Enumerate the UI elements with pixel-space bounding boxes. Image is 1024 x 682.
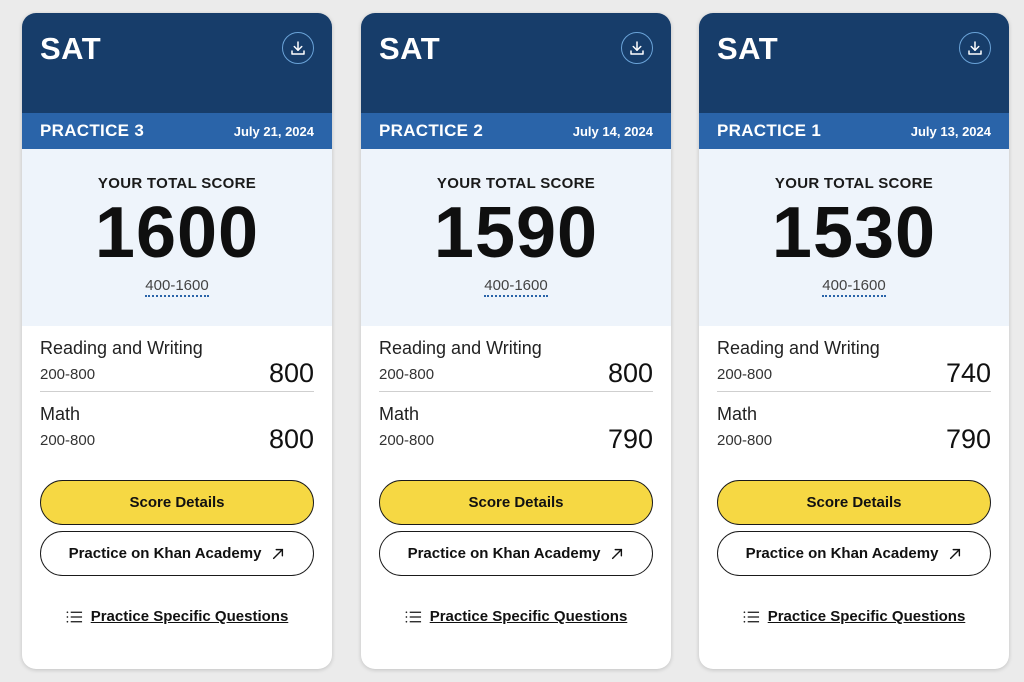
section-name: Math — [379, 404, 420, 424]
section-range: 200-800 — [40, 432, 96, 449]
practice-questions-label: Practice Specific Questions — [767, 608, 966, 625]
section-reading-writing: Reading and Writing 200-800 740 — [717, 326, 991, 392]
section-range: 200-800 — [717, 366, 773, 383]
score-card-practice-2: SAT PRACTICE 2 July 14, 2024 YOUR TOTAL … — [361, 13, 671, 669]
section-score: 790 — [945, 424, 991, 454]
section-score: 800 — [268, 424, 314, 454]
score-card-practice-1: SAT PRACTICE 1 July 13, 2024 YOUR TOTAL … — [699, 13, 1009, 669]
total-score-value: 1530 — [771, 193, 937, 273]
total-score-range[interactable]: 400-1600 — [484, 277, 548, 297]
total-score-value: 1590 — [433, 193, 599, 273]
exam-title: SAT — [40, 31, 102, 66]
section-range: 200-800 — [379, 432, 435, 449]
total-score-range[interactable]: 400-1600 — [822, 277, 886, 297]
section-score: 800 — [268, 358, 314, 388]
download-button[interactable] — [959, 32, 991, 64]
card-header: SAT — [699, 13, 1009, 113]
section-name: Reading and Writing — [40, 338, 203, 358]
total-score-value: 1600 — [94, 193, 260, 273]
practice-date: July 13, 2024 — [910, 123, 991, 139]
score-details-button[interactable]: Score Details — [717, 480, 991, 525]
khan-academy-button[interactable]: Practice on Khan Academy — [40, 531, 314, 576]
practice-date: July 14, 2024 — [572, 123, 653, 139]
practice-questions-link[interactable]: Practice Specific Questions — [361, 608, 671, 625]
practice-questions-label: Practice Specific Questions — [90, 608, 289, 625]
download-button[interactable] — [282, 32, 314, 64]
practice-name: PRACTICE 2 — [379, 121, 484, 140]
download-icon — [291, 41, 305, 55]
total-score-area: YOUR TOTAL SCORE 1590 400-1600 — [361, 149, 671, 326]
download-button[interactable] — [621, 32, 653, 64]
score-card-practice-3: SAT PRACTICE 3 July 21, 2024 YOUR TOTAL … — [22, 13, 332, 669]
section-math: Math 200-800 790 — [717, 392, 991, 457]
total-score-label: YOUR TOTAL SCORE — [97, 175, 257, 192]
download-icon — [630, 41, 644, 55]
section-name: Math — [40, 404, 81, 424]
practice-bar: PRACTICE 1 July 13, 2024 — [699, 113, 1009, 149]
practice-questions-link[interactable]: Practice Specific Questions — [699, 608, 1009, 625]
total-score-label: YOUR TOTAL SCORE — [774, 175, 934, 192]
section-range: 200-800 — [40, 366, 96, 383]
section-range: 200-800 — [717, 432, 773, 449]
total-score-label: YOUR TOTAL SCORE — [436, 175, 596, 192]
section-score: 800 — [607, 358, 653, 388]
list-icon — [743, 610, 759, 623]
practice-bar: PRACTICE 3 July 21, 2024 — [22, 113, 332, 149]
khan-academy-label: Practice on Khan Academy — [68, 545, 262, 562]
arrow-up-right-icon — [273, 548, 284, 559]
total-score-area: YOUR TOTAL SCORE 1600 400-1600 — [22, 149, 332, 326]
section-score: 790 — [607, 424, 653, 454]
list-icon — [66, 610, 82, 623]
khan-academy-label: Practice on Khan Academy — [745, 545, 939, 562]
section-reading-writing: Reading and Writing 200-800 800 — [40, 326, 314, 392]
card-header: SAT — [361, 13, 671, 113]
practice-bar: PRACTICE 2 July 14, 2024 — [361, 113, 671, 149]
arrow-up-right-icon — [950, 548, 961, 559]
score-details-button[interactable]: Score Details — [379, 480, 653, 525]
total-score-range[interactable]: 400-1600 — [145, 277, 209, 297]
section-name: Math — [717, 404, 758, 424]
section-range: 200-800 — [379, 366, 435, 383]
score-details-button[interactable]: Score Details — [40, 480, 314, 525]
practice-name: PRACTICE 3 — [40, 121, 145, 140]
exam-title: SAT — [717, 31, 779, 66]
section-score: 740 — [945, 358, 991, 388]
practice-name: PRACTICE 1 — [717, 121, 822, 140]
total-score-area: YOUR TOTAL SCORE 1530 400-1600 — [699, 149, 1009, 326]
section-reading-writing: Reading and Writing 200-800 800 — [379, 326, 653, 392]
list-icon — [405, 610, 421, 623]
practice-questions-label: Practice Specific Questions — [429, 608, 628, 625]
arrow-up-right-icon — [612, 548, 623, 559]
khan-academy-label: Practice on Khan Academy — [407, 545, 601, 562]
download-icon — [968, 41, 982, 55]
exam-title: SAT — [379, 31, 441, 66]
practice-questions-link[interactable]: Practice Specific Questions — [22, 608, 332, 625]
section-math: Math 200-800 790 — [379, 392, 653, 457]
section-name: Reading and Writing — [379, 338, 542, 358]
card-header: SAT — [22, 13, 332, 113]
section-name: Reading and Writing — [717, 338, 880, 358]
khan-academy-button[interactable]: Practice on Khan Academy — [717, 531, 991, 576]
practice-date: July 21, 2024 — [233, 123, 314, 139]
section-math: Math 200-800 800 — [40, 392, 314, 457]
khan-academy-button[interactable]: Practice on Khan Academy — [379, 531, 653, 576]
